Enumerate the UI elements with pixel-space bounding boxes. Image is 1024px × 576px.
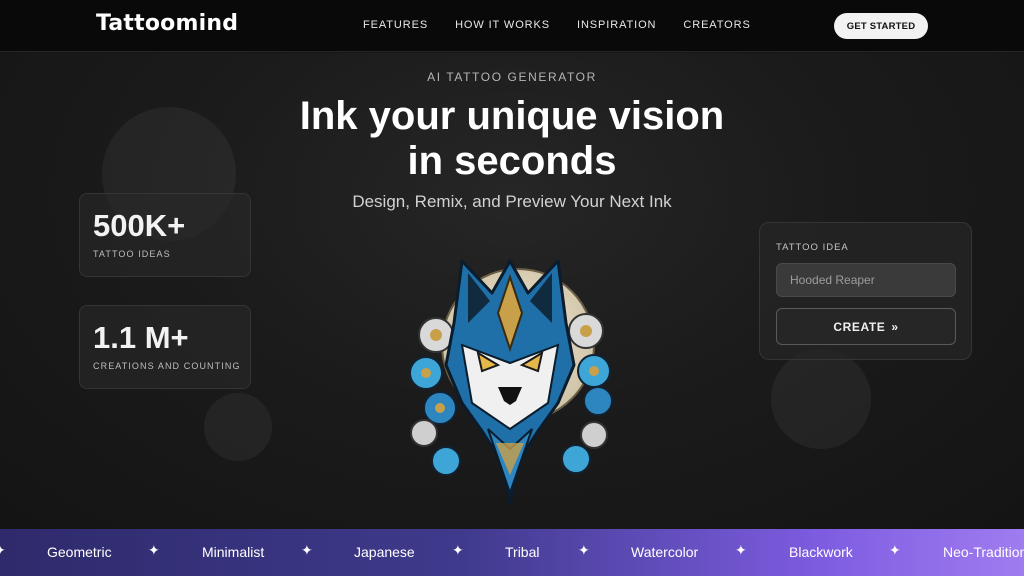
tattoo-idea-input[interactable] [776, 263, 956, 297]
sparkle-icon: ✦ [0, 542, 6, 559]
nav-creators[interactable]: CREATORS [683, 19, 750, 31]
tattoo-idea-label: TATTOO IDEA [776, 242, 849, 253]
sparkle-icon: ✦ [301, 542, 313, 558]
sparkle-icon: ✦ [735, 542, 747, 558]
hero-eyebrow: AI TATTOO GENERATOR [427, 70, 597, 84]
stat-value: 500K+ [93, 208, 186, 243]
stat-card-creations: 1.1 M+ CREATIONS AND COUNTING [79, 305, 251, 389]
decorative-blob [204, 393, 272, 461]
decorative-blob [771, 349, 871, 449]
tattoo-generator-panel: TATTOO IDEA CREATE » [759, 222, 972, 360]
style-tag-blackwork[interactable]: Blackwork [789, 544, 853, 560]
hero-title: Ink your unique vision in seconds [0, 94, 1024, 184]
create-button[interactable]: CREATE » [776, 308, 956, 345]
hero-title-line2: in seconds [407, 139, 617, 183]
main-nav: FEATURES HOW IT WORKS INSPIRATION CREATO… [363, 19, 751, 31]
wolf-tattoo-image [409, 259, 613, 505]
sparkle-icon: ✦ [148, 542, 160, 558]
sparkle-icon: ✦ [452, 542, 464, 558]
stat-label: CREATIONS AND COUNTING [93, 361, 241, 371]
style-tag-minimalist[interactable]: Minimalist [202, 544, 264, 560]
style-tag-watercolor[interactable]: Watercolor [631, 544, 698, 560]
sparkle-icon: ✦ [889, 542, 901, 558]
style-tag-geometric[interactable]: Geometric [47, 544, 112, 560]
wolf-head [444, 259, 576, 505]
brand-logo[interactable]: Tattoomind [96, 11, 238, 36]
nav-how-it-works[interactable]: HOW IT WORKS [455, 19, 550, 31]
double-chevron-right-icon: » [891, 319, 899, 334]
stat-card-ideas: 500K+ TATTOO IDEAS [79, 193, 251, 277]
nav-inspiration[interactable]: INSPIRATION [577, 19, 656, 31]
sparkle-icon: ✦ [578, 542, 590, 558]
style-tag-neo-traditional[interactable]: Neo-Traditional [943, 544, 1024, 560]
style-tag-tribal[interactable]: Tribal [505, 544, 540, 560]
hero-section: AI TATTOO GENERATOR Ink your unique visi… [0, 53, 1024, 529]
style-marquee: ✦ Geometric ✦ Minimalist ✦ Japanese ✦ Tr… [0, 529, 1024, 576]
style-tag-japanese[interactable]: Japanese [354, 544, 415, 560]
stat-value: 1.1 M+ [93, 320, 189, 355]
get-started-button[interactable]: GET STARTED [834, 13, 928, 39]
stat-label: TATTOO IDEAS [93, 249, 171, 259]
hero-title-line1: Ink your unique vision [299, 94, 725, 138]
nav-features[interactable]: FEATURES [363, 19, 428, 31]
create-button-label: CREATE [833, 319, 886, 334]
site-header: Tattoomind FEATURES HOW IT WORKS INSPIRA… [0, 0, 1024, 52]
